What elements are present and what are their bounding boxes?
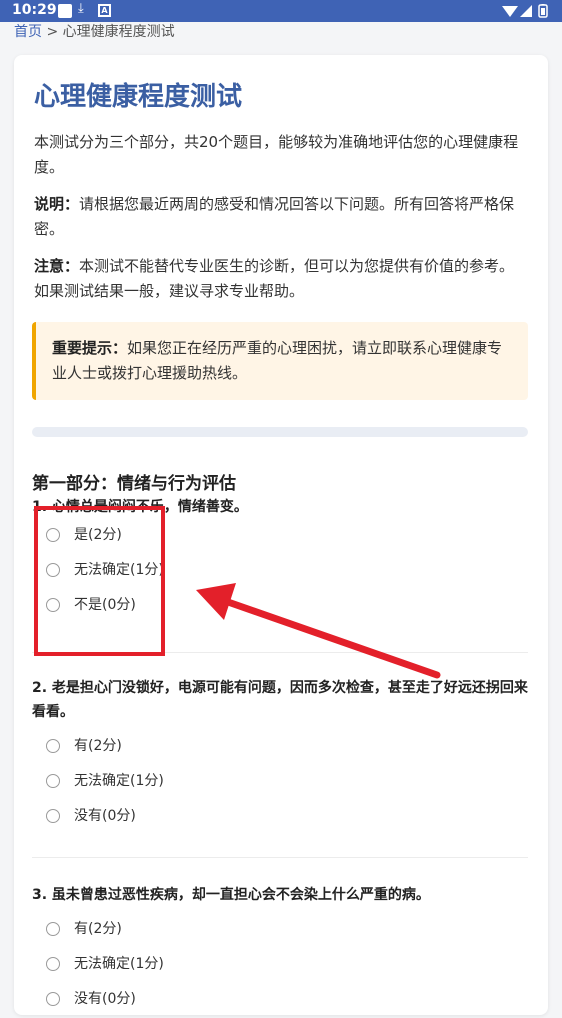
- breadcrumb: 首页 > 心理健康程度测试: [14, 22, 175, 42]
- status-bar: 10:29 ⤓ A: [0, 0, 562, 22]
- radio-button[interactable]: [46, 992, 60, 1006]
- question-2-option-2[interactable]: 无法确定(1分): [32, 765, 528, 800]
- option-label[interactable]: 有(2分): [74, 736, 122, 756]
- progress-bar: [32, 427, 528, 437]
- section-title: 第一部分：情绪与行为评估: [32, 474, 236, 494]
- notification-square-icon: [58, 4, 72, 18]
- question-2: 2. 老是担心门没锁好，电源可能有问题，因而多次检查，甚至走了好远还拐回来看看。…: [32, 676, 528, 835]
- question-3: 3. 虽未曾患过恶性疾病，却一直担心会不会染上什么严重的病。 有(2分) 无法确…: [32, 883, 528, 1018]
- question-3-option-2[interactable]: 无法确定(1分): [32, 948, 528, 983]
- download-icon: ⤓: [78, 1, 84, 16]
- radio-button[interactable]: [46, 809, 60, 823]
- note-text: 本测试不能替代专业医生的诊断，但可以为您提供有价值的参考。如果测试结果一般，建议…: [34, 257, 515, 300]
- question-divider: [32, 857, 528, 858]
- important-label: 重要提示：: [52, 339, 128, 357]
- question-3-option-3[interactable]: 没有(0分): [32, 983, 528, 1018]
- question-2-option-3[interactable]: 没有(0分): [32, 800, 528, 835]
- app-notification-icon: A: [98, 4, 111, 17]
- radio-button[interactable]: [46, 739, 60, 753]
- radio-button[interactable]: [46, 922, 60, 936]
- option-label[interactable]: 没有(0分): [74, 806, 136, 826]
- intro-text: 本测试分为三个部分，共20个题目，能够较为准确地评估您的心理健康程度。: [34, 133, 519, 176]
- question-3-option-1[interactable]: 有(2分): [32, 913, 528, 948]
- annotation-highlight-box: [34, 506, 165, 656]
- breadcrumb-home-link[interactable]: 首页: [14, 24, 42, 40]
- instruction-label: 说明：: [34, 195, 80, 213]
- option-label[interactable]: 有(2分): [74, 919, 122, 939]
- question-text: 2. 老是担心门没锁好，电源可能有问题，因而多次检查，甚至走了好远还拐回来看看。: [32, 680, 528, 720]
- breadcrumb-current: 心理健康程度测试: [62, 24, 175, 40]
- radio-button[interactable]: [46, 957, 60, 971]
- note-label: 注意：: [34, 257, 80, 275]
- instruction-paragraph: 说明：请根据您最近两周的感受和情况回答以下问题。所有回答将严格保密。: [34, 192, 528, 242]
- instruction-text: 请根据您最近两周的感受和情况回答以下问题。所有回答将严格保密。: [34, 195, 515, 238]
- page-title: 心理健康程度测试: [34, 82, 243, 112]
- status-right-icons: [502, 3, 550, 22]
- status-time: 10:29: [12, 2, 57, 18]
- question-2-option-1[interactable]: 有(2分): [32, 730, 528, 765]
- note-paragraph: 注意：本测试不能替代专业医生的诊断，但可以为您提供有价值的参考。如果测试结果一般…: [34, 254, 528, 304]
- radio-button[interactable]: [46, 774, 60, 788]
- option-label[interactable]: 无法确定(1分): [74, 771, 164, 791]
- question-text: 3. 虽未曾患过恶性疾病，却一直担心会不会染上什么严重的病。: [32, 887, 430, 903]
- option-label[interactable]: 无法确定(1分): [74, 954, 164, 974]
- option-label[interactable]: 没有(0分): [74, 989, 136, 1009]
- breadcrumb-separator: >: [42, 24, 63, 40]
- signal-battery-icons: [502, 3, 548, 18]
- important-notice: 重要提示：如果您正在经历严重的心理困扰，请立即联系心理健康专业人士或拨打心理援助…: [32, 322, 528, 400]
